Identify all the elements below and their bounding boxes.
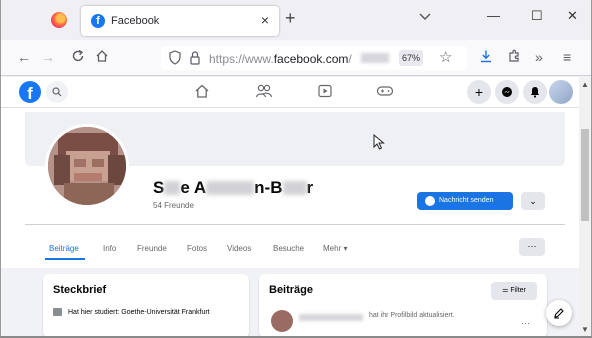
url-host: facebook.com: [273, 52, 349, 66]
intro-card: Steckbrief Hat hier studiert: Goethe-Uni…: [43, 274, 249, 336]
friends-nav-icon[interactable]: [255, 83, 273, 104]
name-part: S: [153, 178, 165, 197]
post-avatar[interactable]: [271, 310, 293, 332]
reload-icon[interactable]: [71, 49, 85, 66]
navigation-toolbar: ← → https://www.facebook.com/ 67% ☆ » ≡: [1, 40, 591, 76]
gaming-nav-icon[interactable]: [376, 83, 394, 104]
url-prefix: https://www.: [209, 52, 274, 66]
profile-more-button[interactable]: ⌄: [521, 192, 545, 210]
firefox-view-icon[interactable]: [51, 12, 67, 28]
downloads-icon[interactable]: [479, 49, 493, 66]
lock-icon[interactable]: [189, 50, 201, 65]
facebook-header: f +: [1, 77, 579, 107]
scroll-thumb[interactable]: [581, 129, 589, 221]
notifications-bell-icon[interactable]: [523, 80, 547, 104]
minimize-icon[interactable]: —: [487, 8, 500, 23]
name-part: r: [306, 178, 314, 197]
scroll-down-icon[interactable]: ▼: [581, 325, 589, 334]
tab-info[interactable]: Info: [103, 244, 116, 253]
overflow-chevron-icon[interactable]: »: [535, 49, 543, 65]
filter-label: Filter: [510, 287, 526, 294]
tab-title: Facebook: [111, 15, 160, 27]
tab-posts[interactable]: Beiträge: [49, 244, 79, 253]
graduation-cap-icon: [53, 308, 62, 316]
tab-more[interactable]: Mehr ▾: [323, 244, 347, 253]
browser-window: f Facebook × + — ☐ ✕ ← → https://www.fac…: [0, 0, 592, 338]
zoom-indicator[interactable]: 67%: [399, 50, 423, 66]
watch-nav-icon[interactable]: [317, 83, 333, 104]
intro-title: Steckbrief: [53, 284, 107, 296]
mouse-cursor-icon: [373, 134, 385, 150]
page-scrollbar[interactable]: ▲ ▼: [579, 77, 591, 336]
maximize-icon[interactable]: ☐: [531, 8, 543, 24]
name-redacted: [164, 181, 181, 195]
extensions-icon[interactable]: [507, 49, 521, 66]
new-tab-button[interactable]: +: [285, 9, 296, 27]
tracking-protection-shield-icon[interactable]: [169, 50, 181, 65]
tab-close-icon[interactable]: ×: [261, 12, 269, 28]
filter-button[interactable]: ⚌ Filter: [491, 282, 537, 300]
back-icon[interactable]: ←: [17, 49, 31, 65]
messenger-icon[interactable]: [495, 80, 519, 104]
list-all-tabs-icon[interactable]: [419, 10, 431, 24]
education-line: Hat hier studiert: Goethe-Universität Fr…: [53, 308, 218, 318]
tab-friends[interactable]: Freunde: [137, 244, 167, 253]
name-redacted: [282, 181, 307, 195]
forward-icon[interactable]: →: [41, 49, 55, 65]
facebook-logo-icon[interactable]: f: [19, 81, 41, 103]
app-menu-icon[interactable]: ≡: [563, 49, 571, 65]
posts-title: Beiträge: [269, 284, 314, 296]
tab-photos[interactable]: Fotos: [187, 244, 207, 253]
profile-picture[interactable]: [45, 124, 129, 208]
scroll-up-icon[interactable]: ▲: [581, 80, 589, 89]
name-part: e A: [180, 178, 207, 197]
friends-count[interactable]: 54 Freunde: [153, 201, 194, 210]
facebook-favicon-icon: f: [91, 14, 105, 28]
messenger-icon: [425, 196, 435, 206]
education-text: Hat hier studiert: Goethe-Universität Fr…: [68, 309, 210, 316]
profile-name: Se A n-B r: [153, 178, 313, 198]
search-icon[interactable]: [46, 81, 68, 103]
post-author-redacted: [299, 314, 363, 321]
create-plus-icon[interactable]: +: [467, 80, 491, 104]
tabs-more-button[interactable]: ···: [519, 238, 545, 256]
send-message-label: Nachricht senden: [439, 197, 494, 204]
post-text: hat ihr Profilbild aktualisiert.: [369, 312, 455, 319]
account-avatar[interactable]: [549, 80, 573, 104]
send-message-button[interactable]: Nachricht senden: [417, 192, 513, 210]
close-window-icon[interactable]: ✕: [567, 8, 578, 24]
name-part: n-B: [254, 178, 283, 197]
tab-visits[interactable]: Besuche: [273, 244, 304, 253]
profile-divider: [25, 224, 565, 225]
url-bar[interactable]: https://www.facebook.com/ 67% ☆: [161, 46, 467, 70]
tab-videos[interactable]: Videos: [227, 244, 251, 253]
active-tab-indicator: [45, 258, 85, 260]
url-suffix: /: [348, 52, 352, 66]
tab-strip: f Facebook × + — ☐ ✕: [1, 0, 591, 40]
new-message-edit-icon[interactable]: [546, 300, 572, 326]
posts-card: Beiträge ⚌ Filter hat ihr Profilbild akt…: [259, 274, 547, 336]
bookmark-star-icon[interactable]: ☆: [439, 48, 452, 66]
url-path-redacted: [361, 53, 389, 63]
name-redacted: [206, 181, 255, 195]
tab-facebook[interactable]: f Facebook ×: [81, 6, 279, 36]
home-icon[interactable]: [95, 49, 109, 66]
url-text[interactable]: https://www.facebook.com/: [209, 52, 352, 66]
home-nav-icon[interactable]: [194, 83, 210, 104]
post-more-button[interactable]: ···: [521, 318, 530, 328]
